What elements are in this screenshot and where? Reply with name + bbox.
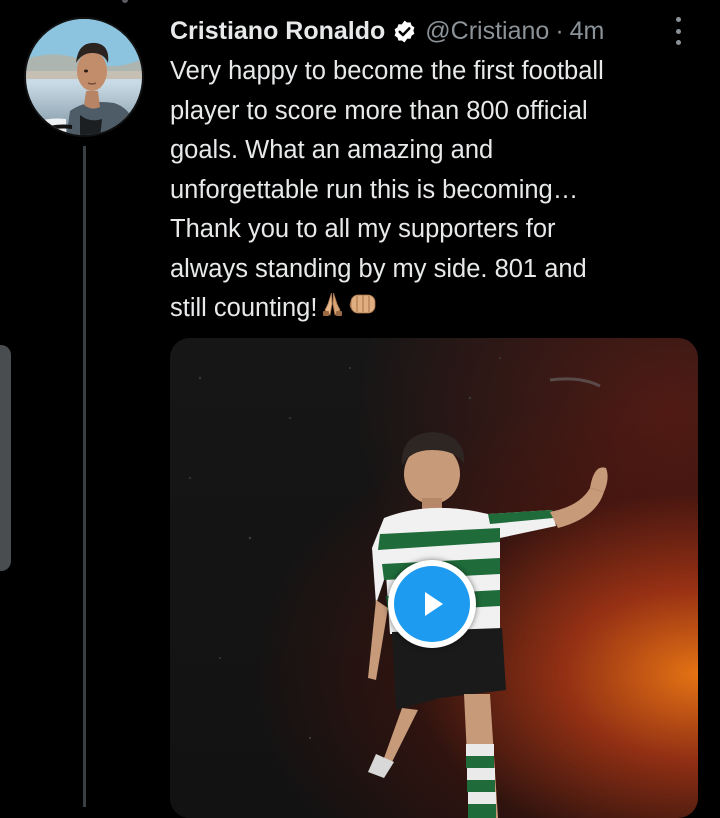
top-indicator-dot [122, 0, 128, 3]
header-separator: · [555, 16, 564, 45]
fist-bump-icon [348, 290, 378, 330]
author-handle[interactable]: @Cristiano [425, 17, 549, 46]
video-media[interactable] [170, 338, 698, 818]
more-options-icon[interactable] [670, 17, 686, 45]
avatar-image [26, 19, 142, 135]
thread-connector-line [83, 146, 86, 807]
tweet-text: Very happy to become the first football … [170, 57, 604, 322]
author-name[interactable]: Cristiano Ronaldo [170, 17, 385, 46]
avatar[interactable] [24, 17, 144, 137]
tweet-timestamp[interactable]: 4m [570, 17, 605, 46]
folded-hands-icon [319, 290, 346, 330]
tweet-header: Cristiano Ronaldo @Cristiano · 4m [170, 14, 604, 48]
verified-badge-icon [394, 20, 415, 42]
play-icon [394, 566, 470, 642]
side-drawer-handle[interactable] [0, 345, 11, 571]
tweet-body: Very happy to become the first football … [170, 52, 680, 329]
play-button[interactable] [388, 560, 476, 648]
